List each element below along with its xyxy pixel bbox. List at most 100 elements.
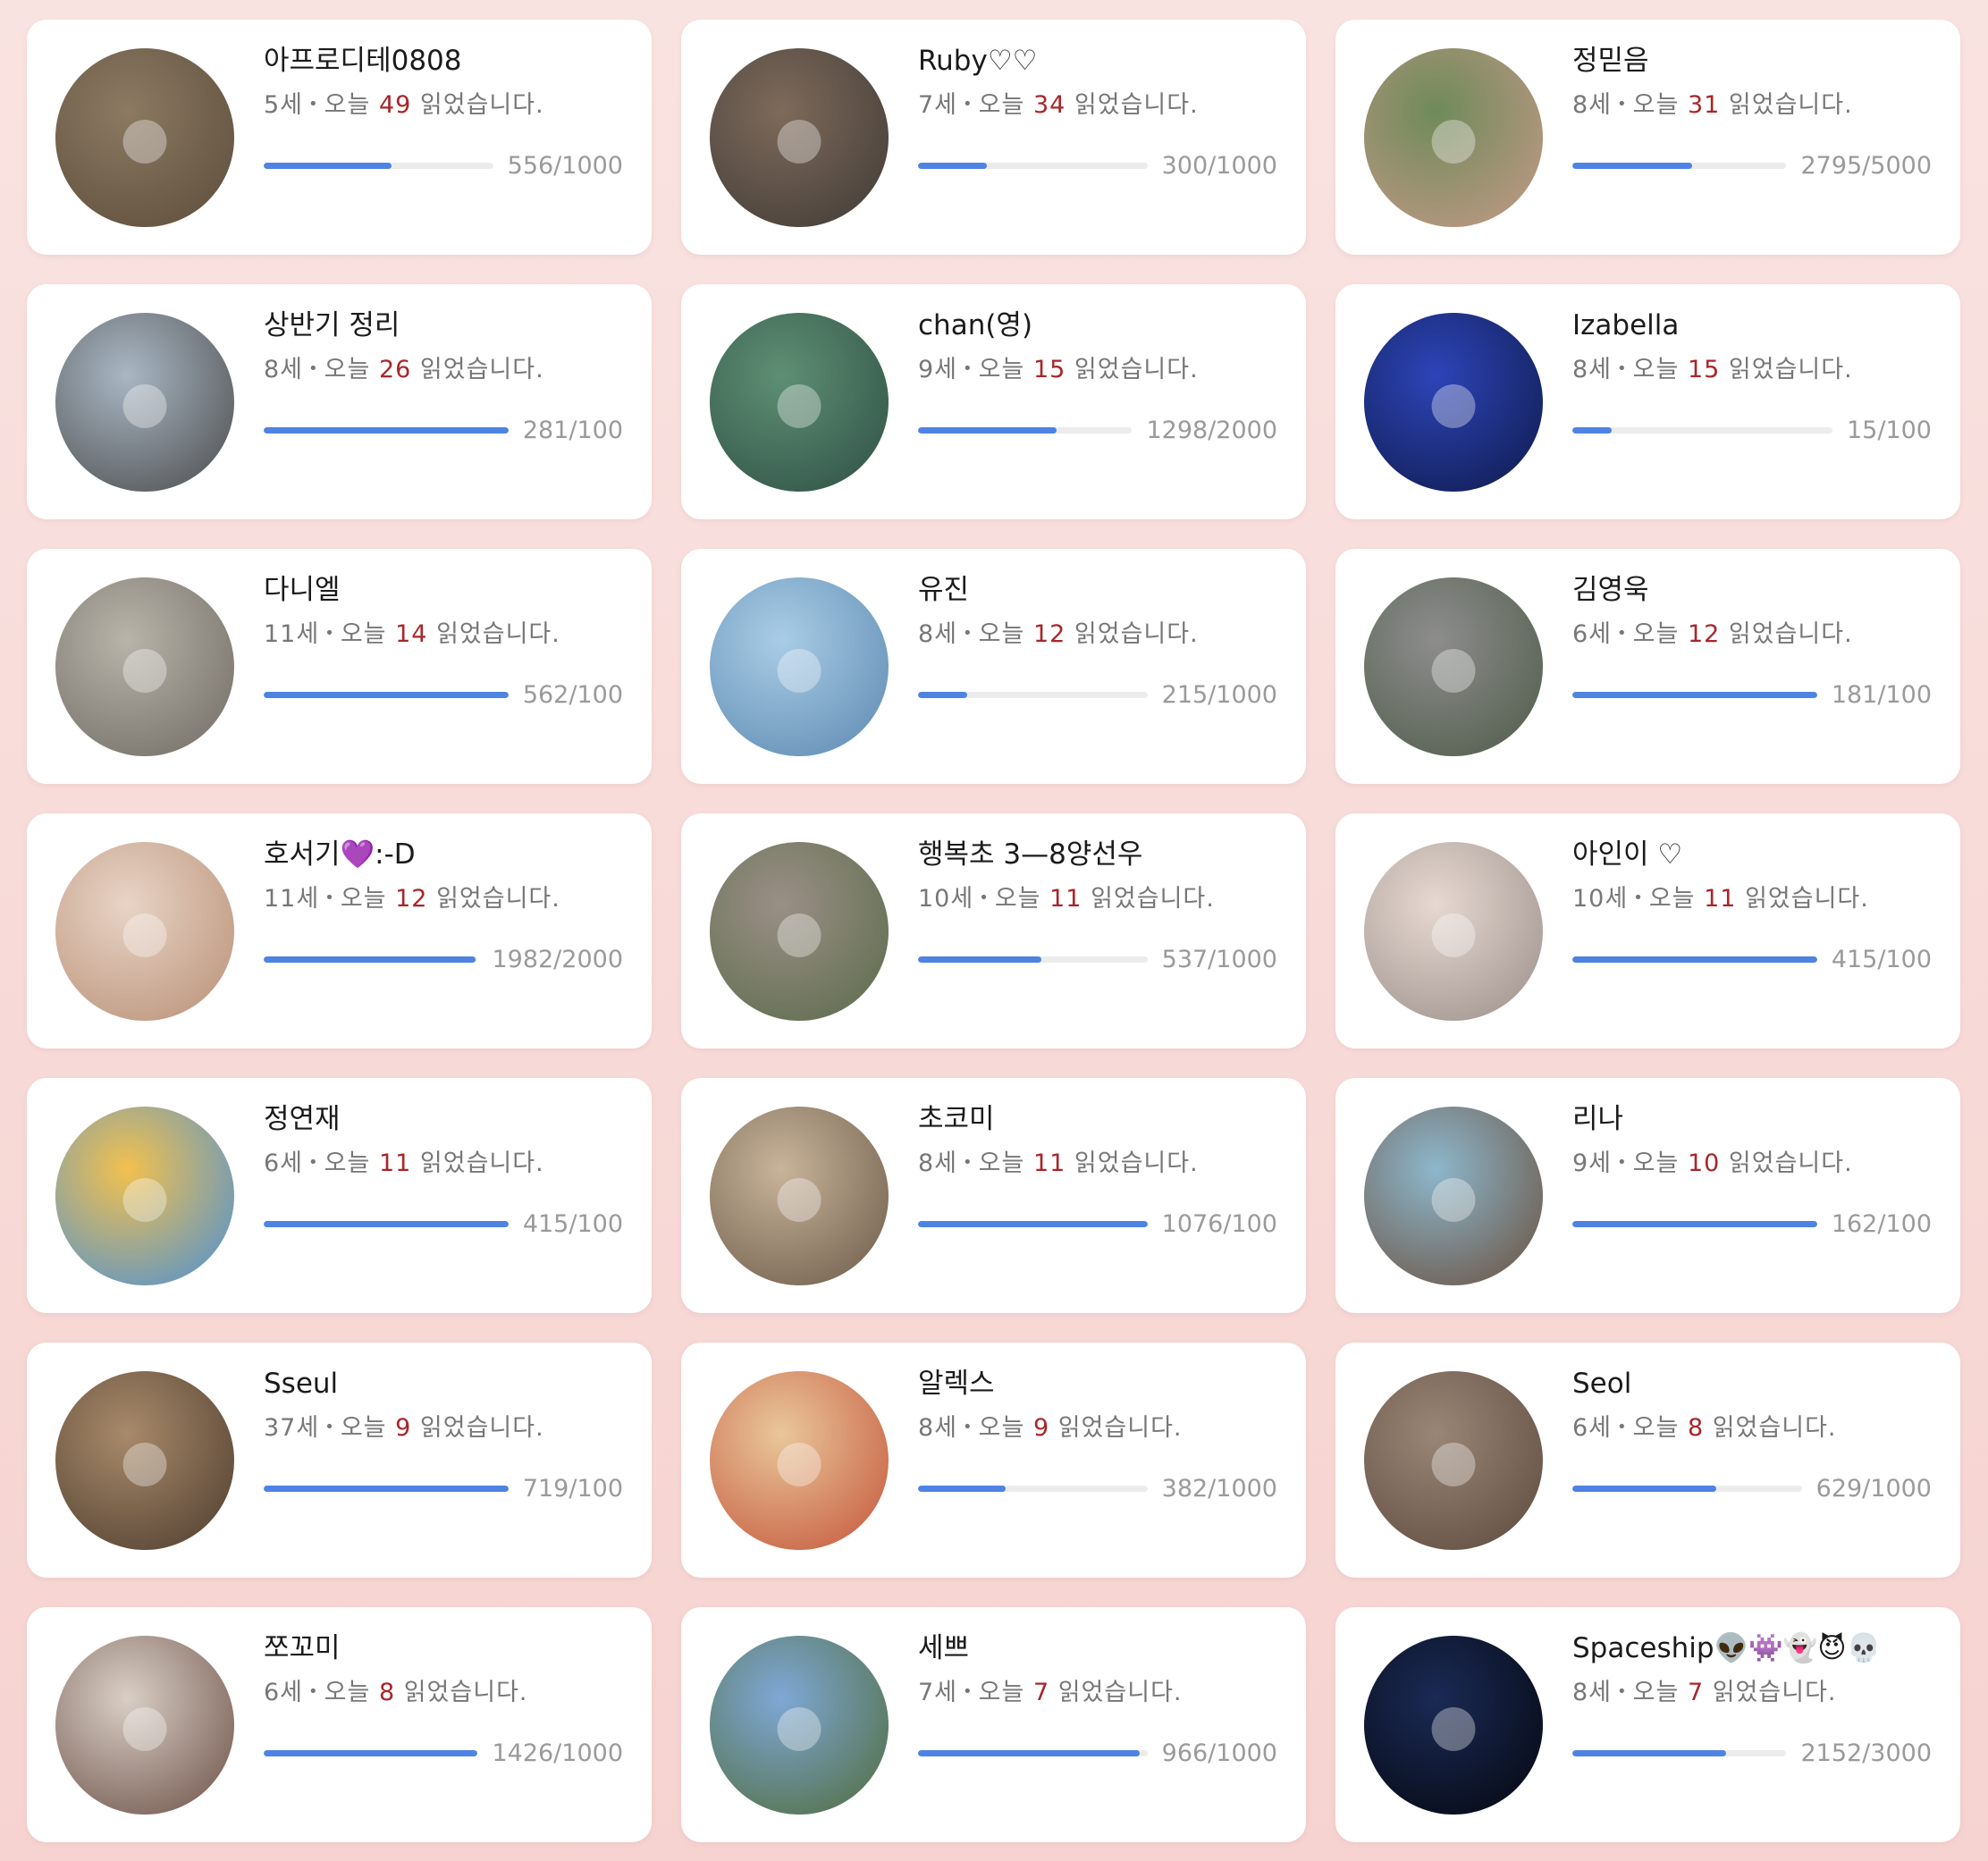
today-label: 오늘	[1632, 91, 1680, 120]
rocket-launch-icon: ●	[1428, 1692, 1478, 1758]
today-label: 오늘	[324, 91, 371, 120]
separator-dot: •	[1617, 1418, 1628, 1437]
reader-card[interactable]: ● 김영욱 6세 • 오늘 12 읽었습니다. 181/100	[1335, 549, 1960, 784]
avatar[interactable]: ●	[55, 48, 234, 227]
avatar[interactable]: ●	[710, 313, 889, 492]
reader-card[interactable]: ● 알렉스 8세 • 오늘 9 읽었습니다. 382/1000	[681, 1343, 1306, 1578]
reader-age: 7세	[918, 1679, 958, 1707]
reader-card[interactable]: ● chan(영) 9세 • 오늘 15 읽었습니다. 1298/2000	[681, 284, 1306, 519]
avatar[interactable]: ●	[1364, 1636, 1543, 1815]
progress-text: 1982/2000	[492, 946, 623, 973]
reader-age: 8세	[264, 356, 304, 384]
reader-card[interactable]: ● 정연재 6세 • 오늘 11 읽었습니다. 415/100	[27, 1078, 652, 1313]
reader-age: 8세	[1572, 1679, 1613, 1707]
progress-row: 281/100	[264, 417, 623, 444]
separator-dot: •	[308, 1682, 319, 1702]
reader-card[interactable]: ● 세쁘 7세 • 오늘 7 읽었습니다. 966/1000	[681, 1607, 1306, 1842]
progress-fill	[1572, 692, 1817, 698]
reader-name: Izabella	[1572, 309, 1680, 341]
reader-age: 6세	[264, 1149, 304, 1178]
avatar[interactable]: ●	[1364, 577, 1543, 756]
avatar[interactable]: ●	[55, 1371, 234, 1550]
reader-info: 정연재 6세 • 오늘 11 읽었습니다.	[264, 1103, 623, 1178]
read-suffix: 읽었습니다.	[419, 1149, 544, 1178]
read-suffix: 읽었습니다.	[403, 1679, 528, 1707]
read-suffix: 읽었습니다.	[1728, 620, 1853, 649]
progress-fill	[1572, 956, 1817, 963]
today-count: 11	[378, 1149, 412, 1178]
separator-dot: •	[979, 888, 990, 908]
read-suffix: 읽었습니다.	[419, 356, 544, 384]
avatar[interactable]: ●	[55, 1636, 234, 1815]
reader-card[interactable]: ● 상반기 정리 8세 • 오늘 26 읽었습니다. 281/100	[27, 284, 652, 519]
avatar[interactable]: ●	[710, 842, 889, 1021]
avatar[interactable]: ●	[710, 577, 889, 756]
separator-dot: •	[963, 1418, 973, 1437]
separator-dot: •	[1617, 624, 1628, 644]
reader-age: 9세	[918, 356, 958, 384]
avatar[interactable]: ●	[1364, 1371, 1543, 1550]
reader-card[interactable]: ● 리나 9세 • 오늘 10 읽었습니다. 162/100	[1335, 1078, 1960, 1313]
avatar[interactable]: ●	[1364, 1107, 1543, 1285]
avatar[interactable]: ●	[1364, 842, 1543, 1021]
avatar[interactable]: ●	[710, 1636, 889, 1815]
reader-info: 정믿음 8세 • 오늘 31 읽었습니다.	[1572, 45, 1932, 120]
reader-info: 아인이 ♡ 10세 • 오늘 11 읽었습니다.	[1572, 838, 1932, 914]
avatar[interactable]: ●	[55, 313, 234, 492]
read-suffix: 읽었습니다.	[1728, 356, 1853, 384]
avatar[interactable]: ●	[1364, 48, 1543, 227]
reading-summary: 8세 • 오늘 7 읽었습니다.	[1572, 1672, 1932, 1707]
reader-card[interactable]: ● 행복초 3—8양선우 10세 • 오늘 11 읽었습니다. 537/1000	[681, 813, 1306, 1048]
today-count: 15	[1687, 356, 1721, 384]
progress-track	[918, 692, 1148, 698]
avatar[interactable]: ●	[710, 1371, 889, 1550]
reader-info: 유진 8세 • 오늘 12 읽었습니다.	[918, 574, 1277, 649]
reader-card[interactable]: ● 호서기💜:-D 11세 • 오늘 12 읽었습니다. 1982/2000	[27, 813, 652, 1048]
reader-card[interactable]: ● 유진 8세 • 오늘 12 읽었습니다. 215/1000	[681, 549, 1306, 784]
reader-card[interactable]: ● Seol 6세 • 오늘 8 읽었습니다. 629/1000	[1335, 1343, 1960, 1578]
avatar[interactable]: ●	[55, 842, 234, 1021]
progress-text: 215/1000	[1161, 681, 1277, 709]
avatar[interactable]: ●	[55, 1107, 234, 1285]
reader-card[interactable]: ● 다니엘 11세 • 오늘 14 읽었습니다. 562/100	[27, 549, 652, 784]
progress-track	[918, 1221, 1148, 1227]
reader-card[interactable]: ● Izabella 8세 • 오늘 15 읽었습니다. 15/100	[1335, 284, 1960, 519]
reader-name: 정연재	[264, 1103, 341, 1135]
child-photo-icon: ●	[120, 105, 170, 171]
reader-age: 11세	[264, 620, 320, 649]
progress-fill	[1572, 427, 1612, 434]
reader-card[interactable]: ● Sseul 37세 • 오늘 9 읽었습니다. 719/100	[27, 1343, 652, 1578]
reader-card[interactable]: ● 정믿음 8세 • 오늘 31 읽었습니다. 2795/5000	[1335, 20, 1960, 255]
progress-row: 2795/5000	[1572, 152, 1932, 180]
avatar[interactable]: ●	[1364, 313, 1543, 492]
avatar[interactable]: ●	[55, 577, 234, 756]
progress-fill	[264, 163, 392, 169]
reader-card[interactable]: ● 아프로디테0808 5세 • 오늘 49 읽었습니다. 556/1000	[27, 20, 652, 255]
progress-track	[1572, 956, 1817, 963]
today-count: 9	[395, 1414, 412, 1443]
seaside-photo-icon: ●	[120, 369, 170, 435]
reader-card[interactable]: ● 초코미 8세 • 오늘 11 읽었습니다. 1076/100	[681, 1078, 1306, 1313]
progress-track	[918, 427, 1133, 434]
reader-age: 10세	[918, 885, 974, 914]
reader-card[interactable]: ● Spaceship👽👾👻😈💀 8세 • 오늘 7 읽었습니다. 2152/300…	[1335, 1607, 1960, 1842]
reading-summary: 37세 • 오늘 9 읽었습니다.	[264, 1408, 623, 1443]
separator-dot: •	[1617, 1682, 1628, 1702]
progress-row: 966/1000	[918, 1739, 1277, 1767]
reader-name: 아인이 ♡	[1572, 838, 1683, 871]
reader-card[interactable]: ● Ruby♡♡ 7세 • 오늘 34 읽었습니다. 300/1000	[681, 20, 1306, 255]
progress-track	[264, 163, 493, 169]
reader-name: 쪼꼬미	[264, 1632, 341, 1664]
read-suffix: 읽었습니다.	[1074, 620, 1199, 649]
reader-card[interactable]: ● 쪼꼬미 6세 • 오늘 8 읽었습니다. 1426/1000	[27, 1607, 652, 1842]
reader-card[interactable]: ● 아인이 ♡ 10세 • 오늘 11 읽었습니다. 415/100	[1335, 813, 1960, 1048]
reading-summary: 9세 • 오늘 10 읽었습니다.	[1572, 1143, 1932, 1178]
progress-track	[918, 1750, 1148, 1756]
reader-age: 9세	[1572, 1149, 1613, 1178]
reader-info: Izabella 8세 • 오늘 15 읽었습니다.	[1572, 309, 1932, 384]
reading-summary: 9세 • 오늘 15 읽었습니다.	[918, 349, 1277, 384]
avatar[interactable]: ●	[710, 48, 889, 227]
reader-info: Seol 6세 • 오늘 8 읽었습니다.	[1572, 1368, 1932, 1443]
progress-track	[264, 1486, 509, 1492]
avatar[interactable]: ●	[710, 1107, 889, 1285]
